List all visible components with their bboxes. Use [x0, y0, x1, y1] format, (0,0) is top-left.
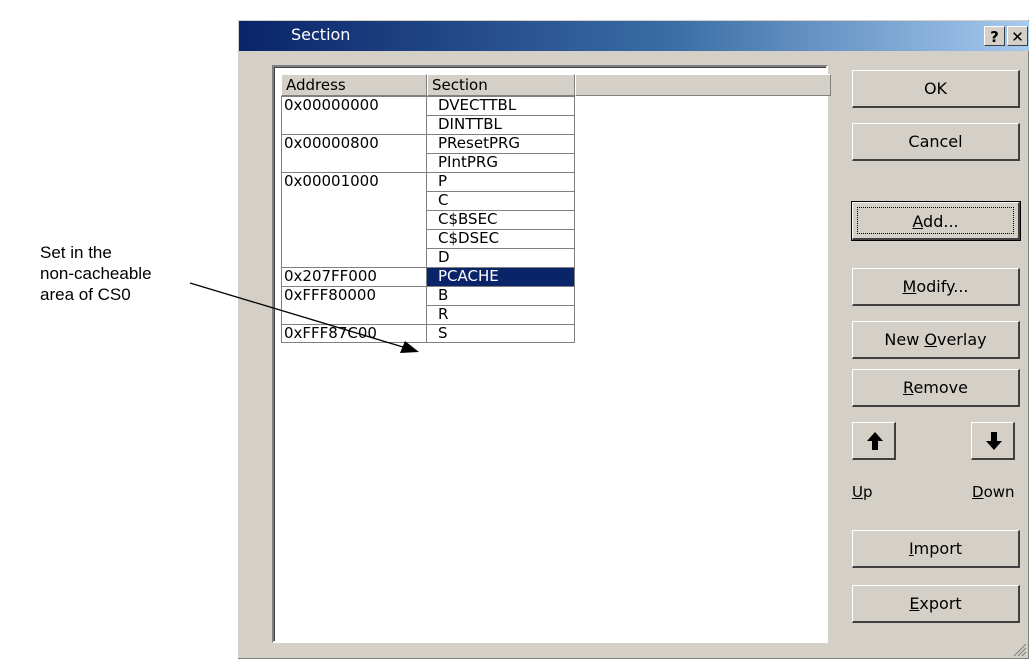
- modify-button[interactable]: Modify...: [852, 268, 1020, 306]
- section-list[interactable]: Address Section 0x00000000 DVECTTBL DINTTB…: [272, 65, 831, 643]
- remove-button[interactable]: Remove: [852, 369, 1020, 407]
- column-header-section[interactable]: Section: [427, 74, 575, 96]
- export-button[interactable]: Export: [852, 585, 1020, 623]
- arrow-up-icon: [867, 432, 883, 450]
- address-cell[interactable]: 0xFFF80000: [281, 286, 427, 305]
- address-cell[interactable]: 0x00000000: [281, 96, 427, 115]
- section-cell[interactable]: D: [427, 248, 575, 267]
- help-button[interactable]: ?: [984, 26, 1005, 46]
- section-cell[interactable]: R: [427, 305, 575, 324]
- address-cell[interactable]: 0x207FF000: [281, 267, 427, 286]
- close-button[interactable]: ✕: [1007, 26, 1028, 46]
- address-cell[interactable]: [281, 305, 427, 324]
- column-header-empty[interactable]: [575, 74, 831, 96]
- address-cell[interactable]: [281, 153, 427, 172]
- import-button[interactable]: Import: [852, 530, 1020, 568]
- new-overlay-button[interactable]: New Overlay: [852, 321, 1020, 359]
- title-bar[interactable]: Section ? ✕: [239, 21, 1029, 51]
- section-cell[interactable]: PIntPRG: [427, 153, 575, 172]
- section-cell[interactable]: P: [427, 172, 575, 191]
- cancel-button[interactable]: Cancel: [852, 123, 1020, 161]
- section-cell[interactable]: DVECTTBL: [427, 96, 575, 115]
- annotation-line: area of CS0: [40, 285, 131, 304]
- address-cell[interactable]: [281, 191, 427, 210]
- address-cell[interactable]: [281, 210, 427, 229]
- move-up-button[interactable]: [852, 422, 896, 460]
- ok-button[interactable]: OK: [852, 70, 1020, 108]
- annotation-note: Set in the non-cacheable area of CS0: [40, 242, 152, 305]
- section-cell[interactable]: S: [427, 324, 575, 343]
- section-cell[interactable]: B: [427, 286, 575, 305]
- section-cell[interactable]: DINTTBL: [427, 115, 575, 134]
- section-cell[interactable]: C: [427, 191, 575, 210]
- section-cell[interactable]: C$DSEC: [427, 229, 575, 248]
- add-button-label: Add...: [857, 207, 1014, 234]
- section-dialog: Section ? ✕ Address Section 0x00000000 DV…: [237, 19, 1029, 659]
- address-cell[interactable]: [281, 229, 427, 248]
- dialog-title: Section: [291, 25, 351, 44]
- down-label: Down: [972, 483, 1015, 501]
- add-button[interactable]: Add...: [851, 201, 1021, 241]
- annotation-line: Set in the: [40, 243, 112, 262]
- address-cell[interactable]: 0xFFF87C00: [281, 324, 427, 343]
- resize-grip-icon[interactable]: [1011, 641, 1027, 657]
- column-header-address[interactable]: Address: [281, 74, 427, 96]
- address-cell[interactable]: [281, 248, 427, 267]
- move-down-button[interactable]: [971, 422, 1015, 460]
- section-cell[interactable]: C$BSEC: [427, 210, 575, 229]
- address-cell[interactable]: 0x00000800: [281, 134, 427, 153]
- section-cell[interactable]: PCACHE: [427, 267, 575, 286]
- up-label: Up: [852, 483, 873, 501]
- arrow-down-icon: [986, 432, 1002, 450]
- address-cell[interactable]: [281, 115, 427, 134]
- section-cell[interactable]: PResetPRG: [427, 134, 575, 153]
- annotation-line: non-cacheable: [40, 264, 152, 283]
- address-cell[interactable]: 0x00001000: [281, 172, 427, 191]
